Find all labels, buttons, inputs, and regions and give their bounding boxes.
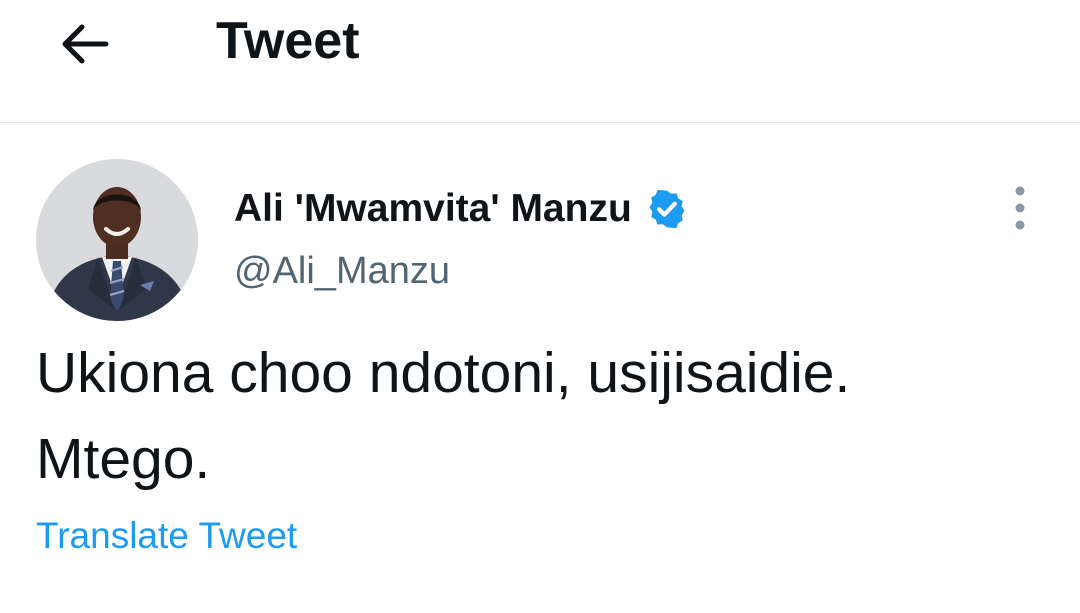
tweet-text-line: Ukiona choo ndotoni, usijisaidie. [36, 341, 851, 405]
more-vertical-icon [1015, 186, 1025, 230]
verified-badge-icon [649, 189, 685, 229]
translate-tweet-link[interactable]: Translate Tweet [36, 515, 297, 557]
tweet-text: Ukiona choo ndotoni, usijisaidie. Mtego. [36, 330, 1046, 502]
author-name-text: Ali 'Mwamvita' Manzu [234, 187, 632, 230]
tweet-detail-screen: Tweet Ali 'Mwamvita' Manzu @Ali_Manzu Uk… [0, 0, 1080, 613]
page-title: Tweet [216, 12, 360, 70]
author-name[interactable]: Ali 'Mwamvita' Manzu [234, 184, 688, 234]
profile-photo [36, 159, 198, 321]
more-options-button[interactable] [996, 180, 1044, 236]
arrow-left-icon [62, 24, 109, 64]
avatar[interactable] [36, 159, 198, 321]
tweet-text-line: Mtego. [36, 427, 211, 491]
back-button[interactable] [56, 16, 112, 72]
author-handle[interactable]: @Ali_Manzu [234, 250, 450, 293]
top-bar: Tweet [0, 0, 1080, 123]
